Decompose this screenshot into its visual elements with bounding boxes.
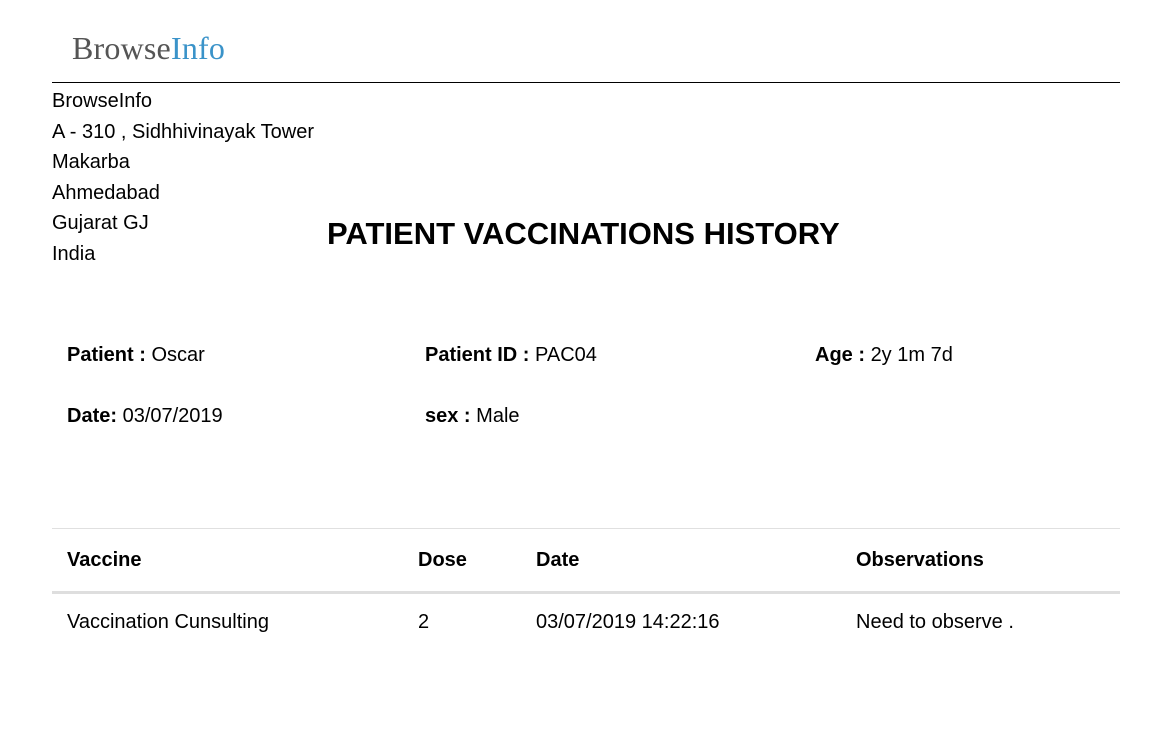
cell-date: 03/07/2019 14:22:16 (536, 611, 720, 633)
table-row: Vaccination Cunsulting 2 03/07/2019 14:2… (52, 528, 1120, 633)
address-line-country: India (52, 242, 96, 265)
company-address: BrowseInfo A - 310 , Sidhhivinayak Tower… (52, 86, 314, 270)
address-line-area: Makarba (52, 151, 130, 174)
patient-age-label: Age : (815, 344, 865, 366)
logo-text-browse: Browse (72, 30, 171, 66)
patient-age-value: 2y 1m 7d (870, 344, 953, 366)
patient-sex-label: sex : (425, 405, 471, 427)
logo-text-info: Info (170, 30, 226, 66)
report-date-field: Date: 03/07/2019 (67, 404, 223, 428)
patient-sex-field: sex : Male (425, 404, 520, 428)
report-title: PATIENT VACCINATIONS HISTORY (327, 216, 840, 251)
patient-id-value: PAC04 (535, 344, 597, 366)
patient-sex-value: Male (476, 405, 520, 427)
cell-dose: 2 (418, 611, 430, 633)
report-date-value: 03/07/2019 (122, 405, 223, 427)
table-body: Vaccination Cunsulting 2 03/07/2019 14:2… (52, 528, 1120, 633)
company-name: BrowseInfo (52, 90, 153, 112)
brand-logo: BrowseInfo (72, 28, 225, 68)
patient-id-label: Patient ID : (425, 344, 530, 366)
patient-name-label: Patient : (67, 344, 146, 366)
cell-observations: Need to observe . (856, 611, 1014, 633)
cell-vaccine: Vaccination Cunsulting (67, 611, 269, 633)
address-line-state: Gujarat GJ (52, 212, 149, 235)
report-date-label: Date: (67, 405, 118, 427)
address-line-street: A - 310 , Sidhhivinayak Tower (52, 120, 315, 143)
patient-id-field: Patient ID : PAC04 (425, 343, 597, 367)
address-line-city: Ahmedabad (52, 181, 160, 204)
patient-name-value: Oscar (151, 344, 205, 366)
header-divider (52, 82, 1120, 83)
patient-name-field: Patient : Oscar (67, 343, 205, 367)
patient-age-field: Age : 2y 1m 7d (815, 343, 953, 367)
